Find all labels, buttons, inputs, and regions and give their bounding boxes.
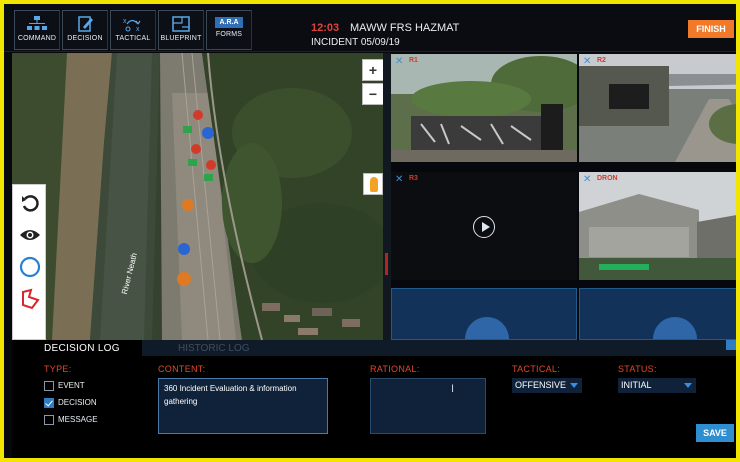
video-feed-r2[interactable]: ✕ R2 bbox=[579, 54, 736, 162]
video-feed-empty-1[interactable] bbox=[391, 288, 577, 340]
rational-heading: RATIONAL: bbox=[370, 364, 420, 374]
command-button[interactable]: COMMAND bbox=[14, 10, 60, 50]
close-feed-icon[interactable]: ✕ bbox=[583, 174, 591, 185]
play-icon[interactable] bbox=[473, 216, 495, 238]
circle-icon bbox=[19, 256, 41, 278]
splitter-grip[interactable] bbox=[385, 253, 388, 275]
polygon-draw-tool[interactable] bbox=[13, 283, 47, 315]
finish-button[interactable]: FINISH bbox=[688, 20, 734, 38]
incident-map[interactable]: River Neath + − bbox=[12, 53, 384, 340]
eye-icon bbox=[20, 230, 40, 240]
edit-icon bbox=[78, 16, 93, 32]
type-heading: TYPE: bbox=[44, 364, 72, 374]
feed-label: DRON bbox=[597, 175, 618, 182]
content-heading: CONTENT: bbox=[158, 364, 206, 374]
feed-label: R1 bbox=[409, 57, 418, 64]
blueprint-label: BLUEPRINT bbox=[160, 35, 202, 42]
forms-label: FORMS bbox=[215, 31, 243, 38]
event-label: EVENT bbox=[58, 381, 85, 390]
map-tool-palette bbox=[12, 184, 46, 340]
forms-button[interactable]: A.R.A FORMS bbox=[206, 10, 252, 50]
message-checkbox[interactable] bbox=[44, 415, 54, 425]
decision-log-panel: DECISION LOG HISTORIC LOG TYPE: EVENT DE… bbox=[12, 340, 736, 458]
tactical-button[interactable]: x x TACTICAL bbox=[110, 10, 156, 50]
feed-label: R2 bbox=[597, 57, 606, 64]
feed-label: R3 bbox=[409, 175, 418, 182]
decision-button[interactable]: DECISION bbox=[62, 10, 108, 50]
rational-textarea[interactable]: I bbox=[370, 378, 486, 434]
status-select[interactable]: INITIAL bbox=[618, 378, 696, 393]
text-cursor-icon: I bbox=[451, 383, 455, 395]
tab-decision-log[interactable]: DECISION LOG bbox=[12, 340, 142, 356]
panel-splitter[interactable] bbox=[383, 53, 391, 340]
tab-decision-log-label: DECISION LOG bbox=[44, 343, 120, 354]
play-icon[interactable] bbox=[465, 317, 509, 339]
decision-label: DECISION bbox=[67, 35, 103, 42]
circle-draw-tool[interactable] bbox=[13, 251, 47, 283]
feed-drone-image bbox=[579, 172, 736, 280]
blueprint-button[interactable]: BLUEPRINT bbox=[158, 10, 204, 50]
satellite-imagery bbox=[12, 53, 384, 340]
expand-corner-icon[interactable] bbox=[726, 340, 736, 350]
chevron-down-icon bbox=[684, 383, 692, 388]
close-feed-icon[interactable]: ✕ bbox=[395, 174, 403, 185]
svg-text:x: x bbox=[123, 18, 127, 25]
video-feed-drone[interactable]: ✕ DRON bbox=[579, 172, 736, 280]
tab-historic-log[interactable]: HISTORIC LOG bbox=[142, 340, 736, 356]
tactics-icon: x x bbox=[123, 18, 141, 33]
event-checkbox[interactable] bbox=[44, 381, 54, 391]
svg-text:x: x bbox=[136, 26, 140, 33]
blueprint-icon bbox=[172, 16, 190, 32]
tactical-select-value: OFFENSIVE bbox=[515, 380, 567, 390]
play-icon[interactable] bbox=[653, 317, 697, 339]
visibility-tool[interactable] bbox=[13, 219, 47, 251]
content-textarea[interactable]: 360 Incident Evaluation & information ga… bbox=[158, 378, 328, 434]
app-frame: COMMAND DECISION x x TACTICAL BLUEPRINT … bbox=[0, 0, 740, 462]
feed-r2-image bbox=[579, 54, 736, 162]
polygon-icon bbox=[22, 288, 40, 310]
tactical-label: TACTICAL bbox=[115, 35, 151, 42]
ara-badge: A.R.A bbox=[215, 17, 243, 28]
zoom-out-button[interactable]: − bbox=[362, 83, 384, 105]
more-icon[interactable]: ⋮ bbox=[735, 22, 736, 35]
incident-name: MAWW FRS HAZMAT bbox=[350, 22, 460, 34]
tactical-heading: TACTICAL: bbox=[512, 364, 561, 374]
video-feed-r1[interactable]: ✕ R1 bbox=[391, 54, 577, 162]
undo-icon bbox=[22, 195, 39, 212]
save-button[interactable]: SAVE bbox=[696, 424, 734, 442]
status-select-value: INITIAL bbox=[621, 380, 652, 390]
org-chart-icon bbox=[27, 16, 47, 30]
video-feed-empty-2[interactable] bbox=[579, 288, 736, 340]
status-heading: STATUS: bbox=[618, 364, 657, 374]
close-feed-icon[interactable]: ✕ bbox=[395, 56, 403, 67]
incident-date: INCIDENT 05/09/19 bbox=[311, 37, 400, 48]
chevron-down-icon bbox=[570, 383, 578, 388]
top-toolbar: COMMAND DECISION x x TACTICAL BLUEPRINT … bbox=[4, 4, 736, 52]
undo-tool[interactable] bbox=[13, 187, 47, 219]
zoom-in-button[interactable]: + bbox=[362, 59, 384, 81]
video-feed-r3[interactable]: ✕ R3 bbox=[391, 172, 577, 280]
incident-time: 12:03 bbox=[311, 22, 340, 34]
feed-r1-image bbox=[391, 54, 577, 162]
street-view-pegman-icon[interactable] bbox=[363, 173, 383, 195]
command-label: COMMAND bbox=[17, 35, 57, 42]
message-label: MESSAGE bbox=[58, 415, 98, 424]
decision-type-label: DECISION bbox=[58, 398, 97, 407]
tactical-select[interactable]: OFFENSIVE bbox=[512, 378, 582, 393]
tab-historic-log-label: HISTORIC LOG bbox=[178, 343, 250, 354]
close-feed-icon[interactable]: ✕ bbox=[583, 56, 591, 67]
decision-checkbox[interactable] bbox=[44, 398, 54, 408]
